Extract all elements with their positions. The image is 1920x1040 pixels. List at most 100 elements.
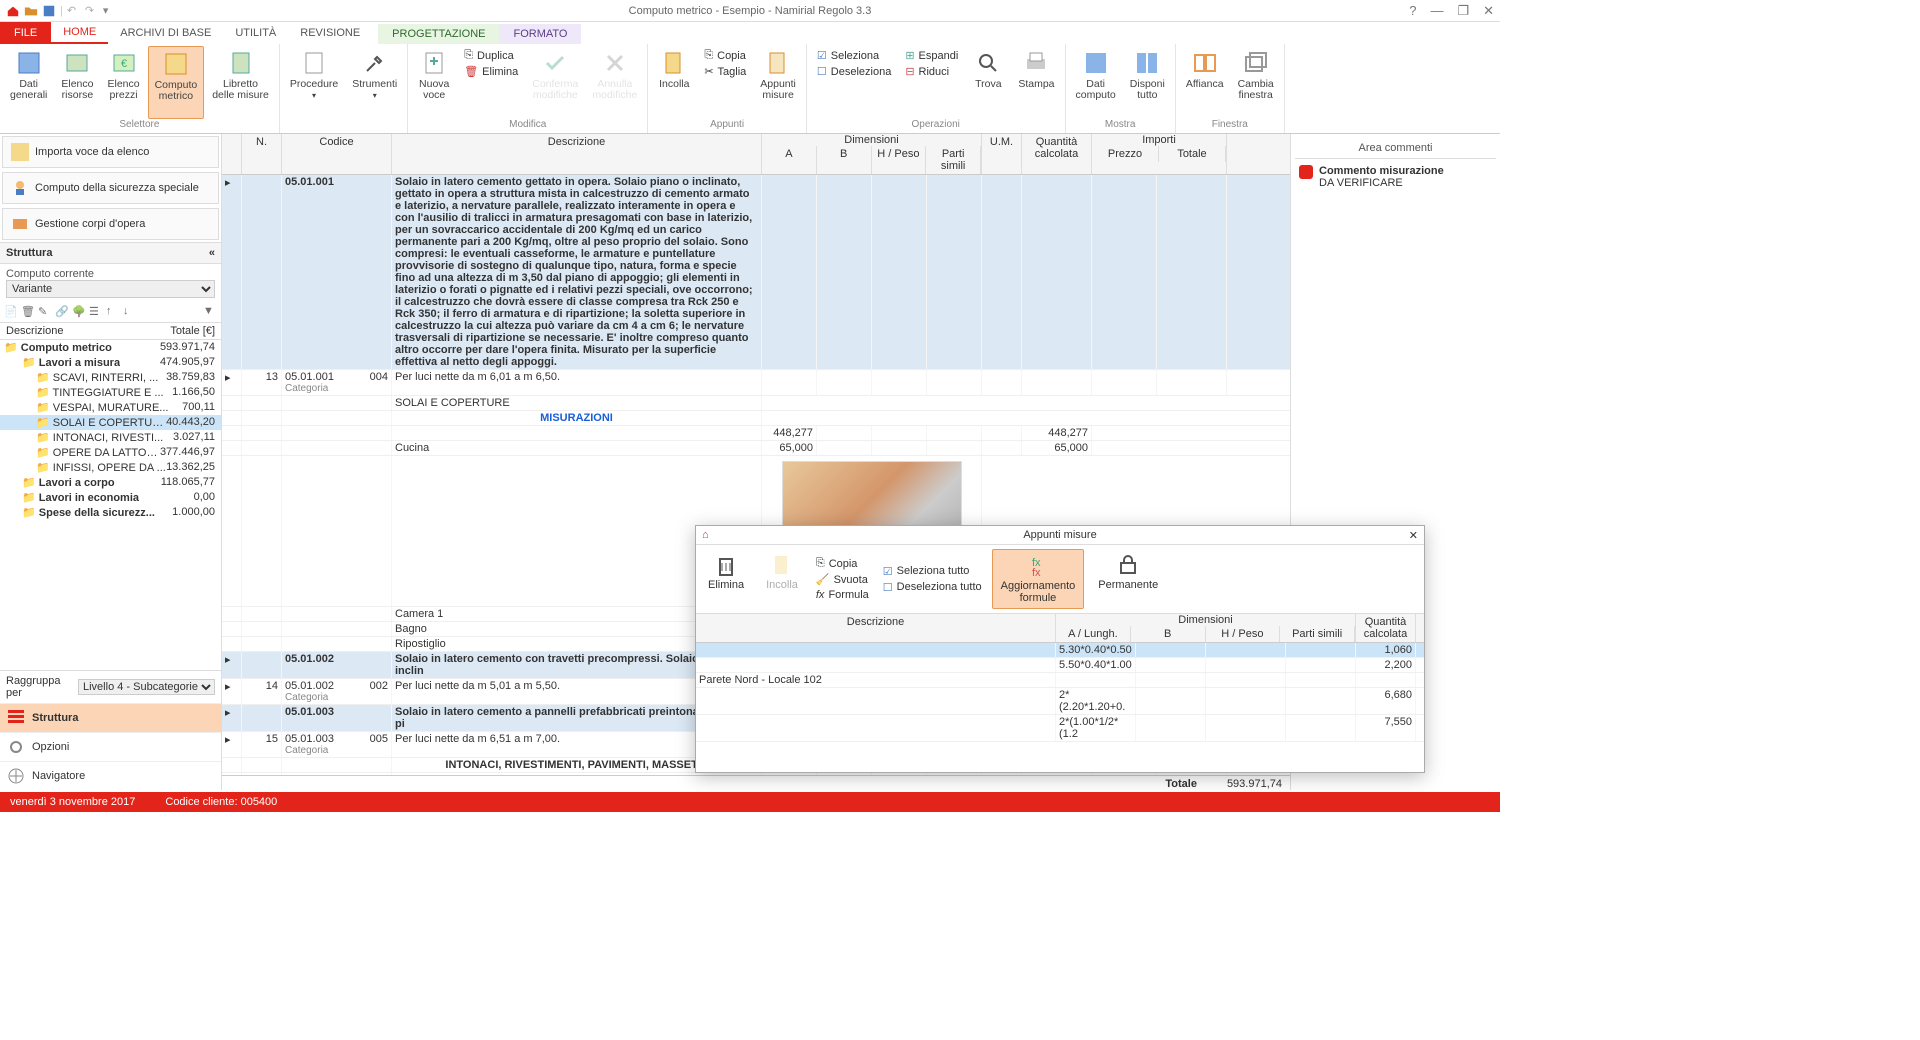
- btn-appunti-misure[interactable]: Appunti misure: [754, 46, 802, 119]
- btn-importa-voce[interactable]: Importa voce da elenco: [2, 136, 219, 168]
- btn-computo-sicurezza[interactable]: Computo della sicurezza speciale: [2, 172, 219, 204]
- col-desc[interactable]: Descrizione: [392, 134, 762, 174]
- btn-elenco-prezzi[interactable]: €Elenco prezzi: [101, 46, 145, 119]
- tree-row[interactable]: 📁 VESPAI, MURATURE...700,11: [0, 400, 221, 415]
- btn-riduci[interactable]: ⊟Riduci: [901, 64, 962, 79]
- tool-down-icon[interactable]: ↓: [123, 305, 137, 319]
- btn-stampa[interactable]: Stampa: [1012, 46, 1060, 119]
- redo-icon[interactable]: ↷: [85, 4, 99, 18]
- save-icon[interactable]: [42, 4, 56, 18]
- grid-row[interactable]: SOLAI E COPERTURE: [222, 396, 1290, 411]
- btn-gestione-corpi[interactable]: Gestione corpi d'opera: [2, 208, 219, 240]
- fp-row[interactable]: 5.30*0.40*0.501,060: [696, 643, 1424, 658]
- tab-archivi[interactable]: ARCHIVI DI BASE: [108, 22, 223, 44]
- tab-utilita[interactable]: UTILITÀ: [223, 22, 288, 44]
- fp-formula[interactable]: fxFormula: [812, 588, 873, 602]
- undo-icon[interactable]: ↶: [67, 4, 81, 18]
- tree-row[interactable]: 📁 Lavori a corpo118.065,77: [0, 475, 221, 490]
- tree-row[interactable]: 📁 Spese della sicurezz...1.000,00: [0, 505, 221, 520]
- btn-libretto[interactable]: Libretto delle misure: [206, 46, 275, 119]
- btn-espandi[interactable]: ⊞Espandi: [901, 48, 962, 63]
- fp-row[interactable]: 2*(2.20*1.20+0.6,680: [696, 688, 1424, 715]
- structure-tree[interactable]: 📁 Computo metrico593.971,74📁 Lavori a mi…: [0, 340, 221, 670]
- qa-menu-icon[interactable]: ▾: [103, 4, 109, 17]
- tree-row[interactable]: 📁 INTONACI, RIVESTI...3.027,11: [0, 430, 221, 445]
- tool-list-icon[interactable]: ☰: [89, 305, 103, 319]
- btn-strumenti[interactable]: Strumenti▾: [346, 46, 403, 130]
- tree-row[interactable]: 📁 OPERE DA LATTONI...377.446,97: [0, 445, 221, 460]
- help-icon[interactable]: ?: [1409, 3, 1416, 19]
- btn-deseleziona[interactable]: ☐Deseleziona: [813, 64, 895, 79]
- fp-aggiornamento-formule[interactable]: fxfxAggiornamento formule: [992, 549, 1085, 609]
- btn-nuova-voce[interactable]: Nuova voce: [412, 46, 456, 119]
- home-icon[interactable]: [6, 4, 20, 18]
- fp-row[interactable]: 5.50*0.40*1.002,200: [696, 658, 1424, 673]
- btn-elimina[interactable]: 🗑Elimina: [460, 64, 522, 79]
- comment-item[interactable]: Commento misurazioneDA VERIFICARE: [1295, 159, 1496, 195]
- tree-row[interactable]: 📁 Lavori a misura474.905,97: [0, 355, 221, 370]
- close-icon[interactable]: ✕: [1483, 3, 1494, 19]
- col-um[interactable]: U.M.: [982, 134, 1022, 174]
- col-n[interactable]: N.: [242, 134, 282, 174]
- tree-row[interactable]: 📁 Computo metrico593.971,74: [0, 340, 221, 355]
- grid-row[interactable]: ▸05.01.001Solaio in latero cemento getta…: [222, 175, 1290, 370]
- grid-row[interactable]: ▸1305.01.001004CategoriaPer luci nette d…: [222, 370, 1290, 396]
- nav-opzioni[interactable]: Opzioni: [0, 732, 221, 761]
- fp-col-desc[interactable]: Descrizione: [696, 614, 1056, 642]
- float-close-icon[interactable]: ✕: [1409, 529, 1418, 542]
- tool-new-icon[interactable]: 📄: [4, 305, 18, 319]
- btn-computo-metrico[interactable]: Computo metrico: [148, 46, 205, 119]
- tool-edit-icon[interactable]: ✎: [38, 305, 52, 319]
- btn-copia[interactable]: ⎘Copia: [700, 48, 750, 63]
- tool-link-icon[interactable]: 🔗: [55, 305, 69, 319]
- nav-struttura[interactable]: Struttura: [0, 703, 221, 732]
- btn-incolla[interactable]: Incolla: [652, 46, 696, 119]
- fp-copia[interactable]: ⎘Copia: [812, 556, 873, 571]
- btn-dati-generali[interactable]: Dati generali: [4, 46, 53, 119]
- btn-elenco-risorse[interactable]: Elenco risorse: [55, 46, 99, 119]
- fp-svuota[interactable]: 🧹Svuota: [812, 572, 873, 587]
- grid-row[interactable]: 448,277448,277: [222, 426, 1290, 441]
- grid-row[interactable]: Cucina65,00065,000: [222, 441, 1290, 456]
- group-selettore-label: Selettore: [4, 119, 275, 131]
- btn-seleziona[interactable]: ☑Seleziona: [813, 48, 895, 63]
- tool-up-icon[interactable]: ↑: [106, 305, 120, 319]
- fp-deseleziona-tutto[interactable]: ☐Deseleziona tutto: [879, 580, 986, 595]
- tab-progettazione[interactable]: PROGETTAZIONE: [378, 24, 499, 44]
- tab-file[interactable]: FILE: [0, 22, 51, 44]
- btn-cambia-finestra[interactable]: Cambia finestra: [1232, 46, 1280, 119]
- fp-permanente[interactable]: Permanente: [1090, 549, 1166, 609]
- col-qc[interactable]: Quantità calcolata: [1022, 134, 1092, 174]
- btn-affianca[interactable]: Affianca: [1180, 46, 1230, 119]
- tool-tree-icon[interactable]: 🌳: [72, 305, 86, 319]
- maximize-icon[interactable]: ❐: [1457, 3, 1469, 19]
- tree-row[interactable]: 📁 SOLAI E COPERTURE40.443,20: [0, 415, 221, 430]
- tool-del-icon[interactable]: 🗑: [21, 305, 35, 319]
- fp-row[interactable]: Parete Nord - Locale 102: [696, 673, 1424, 688]
- fp-seleziona-tutto[interactable]: ☑Seleziona tutto: [879, 564, 986, 579]
- col-codice[interactable]: Codice: [282, 134, 392, 174]
- btn-disponi-tutto[interactable]: Disponi tutto: [1124, 46, 1171, 119]
- tree-row[interactable]: 📁 Lavori in economia0,00: [0, 490, 221, 505]
- btn-procedure[interactable]: Procedure▾: [284, 46, 344, 130]
- btn-trova[interactable]: Trova: [966, 46, 1010, 119]
- grid-row[interactable]: MISURAZIONI: [222, 411, 1290, 426]
- tree-row[interactable]: 📁 INFISSI, OPERE DA ...13.362,25: [0, 460, 221, 475]
- tree-row[interactable]: 📁 TINTEGGIATURE E ...1.166,50: [0, 385, 221, 400]
- tree-row[interactable]: 📁 SCAVI, RINTERRI, ...38.759,83: [0, 370, 221, 385]
- tool-filter-icon[interactable]: ▼: [203, 305, 217, 319]
- collapse-icon[interactable]: «: [209, 247, 215, 259]
- fp-row[interactable]: 2*(1.00*1/2*(1.27,550: [696, 715, 1424, 742]
- minimize-icon[interactable]: —: [1430, 3, 1443, 19]
- tab-revisione[interactable]: REVISIONE: [288, 22, 372, 44]
- fp-col-qc[interactable]: Quantità calcolata: [1356, 614, 1416, 642]
- tab-formato[interactable]: FORMATO: [499, 24, 581, 44]
- folder-icon[interactable]: [24, 4, 38, 18]
- variante-select[interactable]: Variante: [6, 280, 215, 298]
- tab-home[interactable]: HOME: [51, 22, 108, 44]
- nav-navigatore[interactable]: Navigatore: [0, 761, 221, 790]
- fp-elimina[interactable]: Elimina: [700, 549, 752, 609]
- btn-dati-computo[interactable]: Dati computo: [1070, 46, 1122, 119]
- fp-grid-body[interactable]: 5.30*0.40*0.501,0605.50*0.40*1.002,200Pa…: [696, 643, 1424, 772]
- livello-select[interactable]: Livello 4 - Subcategorie: [78, 679, 215, 695]
